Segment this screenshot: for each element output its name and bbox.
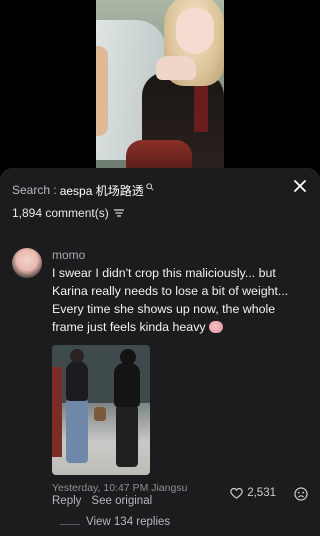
search-term[interactable]: aespa 机场路透 (60, 182, 144, 199)
image-person-right-body (114, 363, 140, 407)
search-prefix: Search : (12, 183, 57, 197)
see-original-button[interactable]: See original (91, 495, 152, 507)
video-heart-hands (156, 56, 196, 80)
video-person-face (176, 8, 214, 54)
comment-username[interactable]: momo (52, 248, 85, 262)
comment-timestamp: Yesterday, 10:47 PM Jiangsu (52, 482, 188, 494)
like-count: 2,531 (247, 487, 276, 499)
image-person-right-head (120, 349, 136, 365)
comment-actions: Reply See original (52, 495, 152, 507)
close-icon[interactable] (292, 178, 308, 194)
video-bg-person (96, 46, 108, 136)
image-person-left-body (66, 361, 88, 401)
search-icon (146, 183, 154, 191)
view-replies-button[interactable]: View 134 replies (86, 516, 170, 528)
dislike-icon[interactable] (294, 487, 308, 501)
image-bag (94, 407, 106, 421)
search-row[interactable]: Search : aespa 机场路透 (12, 182, 154, 198)
comments-panel: Search : aespa 机场路透 1,894 comment(s) mom… (0, 168, 320, 536)
comment-image[interactable] (52, 345, 150, 475)
like-button[interactable]: 2,531 (230, 487, 276, 499)
video-player[interactable] (96, 0, 224, 168)
comment-count-row[interactable]: 1,894 comment(s) (12, 206, 124, 220)
replies-divider (60, 524, 80, 525)
comment-count: 1,894 comment(s) (12, 206, 109, 220)
comment-text: I swear I didn't crop this maliciously..… (52, 264, 308, 336)
avatar[interactable] (12, 248, 42, 278)
emoji-icon (208, 321, 223, 333)
heart-icon (230, 487, 243, 499)
sort-icon[interactable] (113, 209, 124, 217)
video-bag (126, 140, 192, 168)
image-bg-person (52, 367, 62, 457)
comment-body: I swear I didn't crop this maliciously..… (52, 266, 289, 334)
image-person-right-legs (116, 405, 138, 467)
reply-button[interactable]: Reply (52, 495, 81, 507)
image-person-left-legs (66, 399, 88, 463)
image-person-left-head (70, 349, 84, 363)
